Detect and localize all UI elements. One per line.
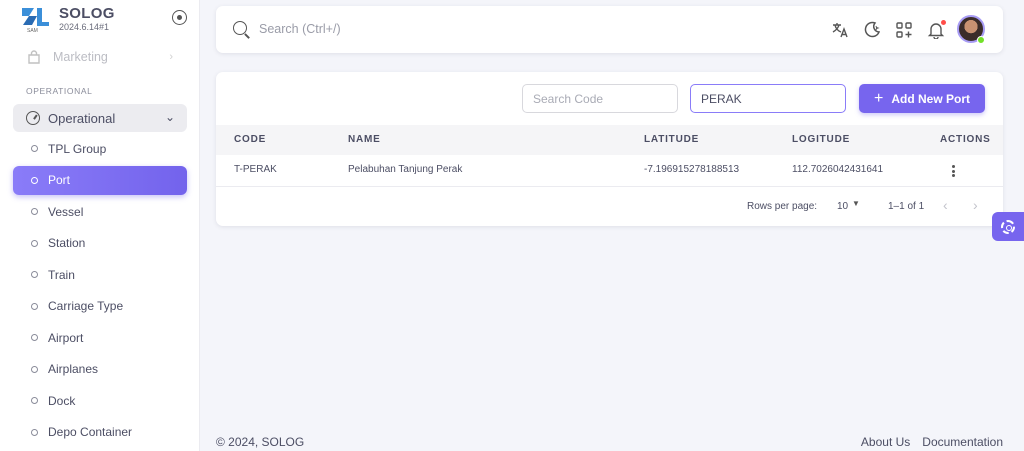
sidebar-item-label: TPL Group xyxy=(48,141,107,156)
brand-version: 2024.6.14#1 xyxy=(59,22,110,32)
sidebar-item-label: Airport xyxy=(48,330,84,345)
sidebar-item-label: Depo Container xyxy=(48,425,133,439)
sidebar-item-dock[interactable]: Dock xyxy=(13,386,187,415)
search-code-input[interactable]: Search Code xyxy=(522,84,678,113)
previous-page-icon[interactable]: ‹ xyxy=(943,197,948,213)
column-header-actions: ACTIONS xyxy=(940,134,991,145)
topbar: Search (Ctrl+/) xyxy=(216,6,1003,53)
circle-icon xyxy=(31,397,38,404)
sidebar-item-label: Vessel xyxy=(48,204,84,219)
sidebar: SAM SOLOG 2024.6.14#1 Marketing › OPERAT… xyxy=(0,0,200,451)
apps-grid-icon[interactable] xyxy=(894,20,914,40)
table-header: CODE NAME LATITUDE LOGITUDE ACTIONS xyxy=(216,125,1003,155)
search-name-input[interactable]: PERAK xyxy=(690,84,846,113)
add-new-port-label: Add New Port xyxy=(891,91,970,106)
cell-name: Pelabuhan Tanjung Perak xyxy=(348,164,463,175)
rows-per-page-select[interactable]: 10 xyxy=(837,201,848,212)
sidebar-item-label: Port xyxy=(48,173,71,187)
caret-down-icon[interactable]: ▼ xyxy=(852,199,860,208)
sidebar-item-depo-container[interactable]: Depo Container xyxy=(13,418,187,447)
footer-copyright: © 2024, SOLOG xyxy=(216,435,305,449)
plus-icon: + xyxy=(873,89,884,107)
global-search-input[interactable]: Search (Ctrl+/) xyxy=(259,22,341,36)
circle-icon xyxy=(31,239,38,247)
sidebar-item-label: Train xyxy=(48,267,75,282)
cell-longitude: 112.7026042431641 xyxy=(792,164,884,175)
rows-per-page-label: Rows per page: xyxy=(747,201,818,212)
column-header-code[interactable]: CODE xyxy=(234,134,266,145)
sidebar-group-operational[interactable]: Operational ⌄ xyxy=(13,104,187,132)
column-header-name[interactable]: NAME xyxy=(348,134,381,145)
sidebar-item-vessel[interactable]: Vessel xyxy=(13,197,187,226)
port-table-card: Search Code PERAK + Add New Port CODE NA… xyxy=(216,72,1003,226)
sidebar-item-airport[interactable]: Airport xyxy=(13,323,187,352)
sidebar-item-label: Airplanes xyxy=(48,362,99,376)
sidebar-item-tpl-group[interactable]: TPL Group xyxy=(13,134,187,163)
circle-icon xyxy=(31,271,38,278)
search-icon[interactable] xyxy=(233,21,247,35)
translate-icon[interactable] xyxy=(830,20,850,40)
pagination: Rows per page: 10 ▼ 1–1 of 1 ‹ › xyxy=(216,196,1003,216)
sidebar-item-station[interactable]: Station xyxy=(13,229,187,258)
brand-name: SOLOG xyxy=(59,5,115,22)
sidebar-item-airplanes[interactable]: Airplanes xyxy=(13,355,187,384)
row-actions-more-icon[interactable] xyxy=(948,163,958,179)
dark-mode-icon[interactable] xyxy=(862,20,882,40)
sidebar-item-carriage-type[interactable]: Carriage Type xyxy=(13,292,187,321)
gauge-icon xyxy=(26,111,40,125)
logo-icon: SAM xyxy=(22,8,49,34)
sidebar-pin-icon[interactable] xyxy=(172,10,187,25)
cell-latitude: -7.196915278188513 xyxy=(644,164,740,175)
next-page-icon[interactable]: › xyxy=(973,197,978,213)
bag-icon xyxy=(28,50,40,64)
sidebar-item-label: Station xyxy=(48,236,86,250)
table-row[interactable]: T-PERAK Pelabuhan Tanjung Perak -7.19691… xyxy=(216,155,1003,187)
circle-icon xyxy=(31,302,38,310)
circle-icon xyxy=(31,145,38,152)
notification-bell-icon[interactable] xyxy=(926,20,946,40)
cell-code: T-PERAK xyxy=(234,164,277,175)
sidebar-item-label: Marketing xyxy=(53,50,108,64)
chevron-down-icon: ⌄ xyxy=(164,110,175,124)
sidebar-item-label: Dock xyxy=(48,393,76,408)
notification-dot xyxy=(941,20,946,25)
sidebar-nav-list: TPL Group Port Vessel Station Train Carr… xyxy=(13,134,187,449)
sidebar-group-label: Operational xyxy=(48,110,116,126)
add-new-port-button[interactable]: + Add New Port xyxy=(859,84,985,113)
sidebar-item-label: Carriage Type xyxy=(48,299,124,313)
pagination-range: 1–1 of 1 xyxy=(888,201,925,212)
documentation-link[interactable]: Documentation xyxy=(922,435,1003,449)
column-header-longitude[interactable]: LOGITUDE xyxy=(792,134,850,145)
circle-icon xyxy=(31,176,38,184)
sidebar-item-port[interactable]: Port xyxy=(13,165,187,195)
circle-icon xyxy=(31,208,38,215)
gear-icon xyxy=(1001,219,1015,234)
circle-icon xyxy=(31,334,38,341)
online-status-badge xyxy=(977,36,985,44)
chevron-right-icon: › xyxy=(169,51,173,63)
sidebar-item-marketing[interactable]: Marketing › xyxy=(13,44,187,70)
settings-customizer-button[interactable] xyxy=(992,212,1024,241)
sidebar-section-label: OPERATIONAL xyxy=(26,86,93,96)
column-header-latitude[interactable]: LATITUDE xyxy=(644,134,699,145)
sidebar-item-train[interactable]: Train xyxy=(13,260,187,289)
about-us-link[interactable]: About Us xyxy=(861,435,910,449)
svg-text:SAM: SAM xyxy=(27,28,38,34)
circle-icon xyxy=(31,365,38,373)
brand[interactable]: SAM SOLOG 2024.6.14#1 xyxy=(20,2,115,36)
circle-icon xyxy=(31,428,38,436)
